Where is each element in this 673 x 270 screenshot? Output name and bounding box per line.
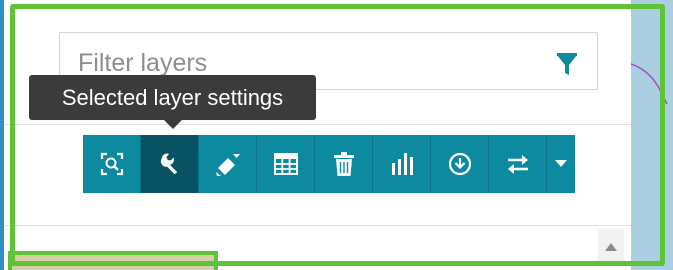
caret-down-icon (555, 160, 567, 167)
divider (4, 225, 631, 226)
scroll-up-button[interactable] (598, 229, 624, 265)
layer-toolbar (83, 135, 575, 193)
table-icon (273, 153, 298, 175)
attribute-table-button[interactable] (257, 135, 315, 193)
bar-chart-icon (391, 153, 413, 175)
zoom-to-layer-button[interactable] (83, 135, 141, 193)
chevron-up-icon (605, 243, 617, 251)
zoom-to-layer-icon (100, 152, 123, 176)
paint-brush-icon (215, 154, 240, 176)
map-background (631, 0, 673, 270)
tooltip-arrow (164, 120, 182, 129)
download-button[interactable] (431, 135, 489, 193)
download-icon (448, 152, 471, 176)
trash-icon (333, 152, 354, 176)
chart-button[interactable] (373, 135, 431, 193)
map-line (631, 63, 668, 105)
swap-layers-button[interactable] (489, 135, 547, 193)
style-layer-button[interactable] (199, 135, 257, 193)
layer-settings-button[interactable] (141, 135, 199, 193)
filter-icon[interactable] (555, 53, 579, 77)
divider (4, 124, 631, 125)
swap-arrows-icon (507, 155, 528, 174)
map-thumbnail (8, 251, 218, 270)
delete-layer-button[interactable] (315, 135, 373, 193)
wrench-icon (160, 153, 177, 175)
tooltip: Selected layer settings (29, 75, 316, 120)
more-options-dropdown[interactable] (547, 135, 575, 193)
